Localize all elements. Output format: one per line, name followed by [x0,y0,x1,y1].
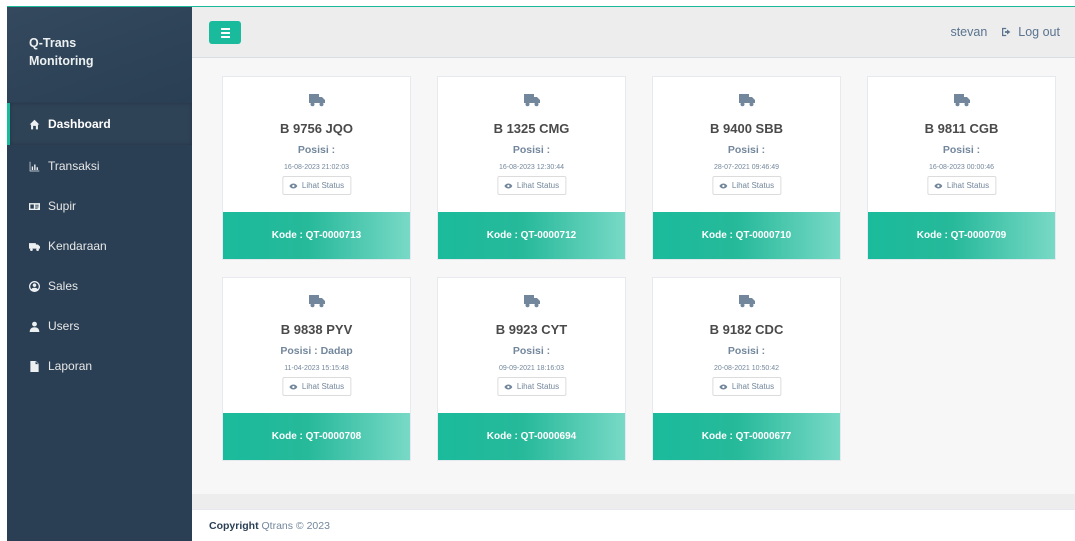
lihat-status-button[interactable]: Lihat Status [496,176,567,195]
app-root: Q-Trans Monitoring Dashboard Transaksi S… [0,0,1075,541]
vehicle-code: Kode : QT-0000708 [223,413,410,460]
sidebar-item-label: Transaksi [48,159,100,173]
sidebar-item-label: Dashboard [48,117,111,131]
position-label: Posisi : [512,345,551,357]
lihat-status-button[interactable]: Lihat Status [496,377,567,396]
vehicle-code: Kode : QT-0000709 [868,212,1055,259]
main-content: B 9756 JQO Posisi : 16-08-2023 21:02:03 … [192,58,1075,494]
file-icon [29,360,43,372]
timestamp: 11-04-2023 15:15:48 [284,365,349,372]
content-bottom-strip [192,494,1075,509]
eye-icon [503,384,512,389]
sidebar-item-label: Kendaraan [48,239,107,253]
truck-icon [438,294,625,308]
copyright-text: Qtrans © 2023 [258,520,330,532]
lihat-status-button[interactable]: Lihat Status [926,176,997,195]
sidebar: Q-Trans Monitoring Dashboard Transaksi S… [7,7,192,541]
hamburger-icon [220,27,230,30]
vehicle-card: B 9400 SBB Posisi : 28-07-2021 09:46:49 … [652,76,841,260]
position-label: Posisi : [727,144,766,156]
truck-icon [29,241,43,252]
position-label: Posisi : [942,144,981,156]
top-navbar: stevan Log out [192,7,1075,58]
truck-icon [223,294,410,308]
sidebar-item-users[interactable]: Users [7,306,192,346]
vehicle-card: B 9182 CDC Posisi : 20-08-2021 10:50:42 … [652,277,841,461]
vehicle-code: Kode : QT-0000710 [653,212,840,259]
vehicle-card: B 1325 CMG Posisi : 16-08-2023 12:30:44 … [437,76,626,260]
position-label: Posisi : Dadap [280,345,353,357]
user-icon [29,321,43,332]
vehicle-card: B 9838 PYV Posisi : Dadap 11-04-2023 15:… [222,277,411,461]
eye-icon [933,183,942,188]
page-footer: Copyright Qtrans © 2023 [192,509,1075,541]
vehicle-code: Kode : QT-0000694 [438,413,625,460]
sidebar-item-label: Laporan [48,359,93,373]
user-circle-icon [29,280,43,292]
bar-chart-icon [29,161,43,172]
brand-line-1: Q-Trans [29,36,77,50]
plate-number: B 9838 PYV [280,322,353,337]
sidebar-item-label: Supir [48,199,77,213]
eye-icon [718,384,727,389]
plate-number: B 9182 CDC [709,322,784,337]
lihat-status-button[interactable]: Lihat Status [281,377,352,396]
position-label: Posisi : [727,345,766,357]
home-icon [29,119,43,130]
vehicle-code: Kode : QT-0000713 [223,212,410,259]
sidebar-item-transaksi[interactable]: Transaksi [7,146,192,186]
sidebar-item-label: Sales [48,279,79,293]
brand-line-2: Monitoring [29,54,94,68]
plate-number: B 9400 SBB [710,121,783,136]
timestamp: 28-07-2021 09:46:49 [714,164,779,171]
timestamp: 16-08-2023 12:30:44 [499,164,564,171]
logout-link[interactable]: Log out [1001,25,1060,39]
truck-icon [653,93,840,107]
position-label: Posisi : [512,144,551,156]
top-accent-bar [0,0,1075,7]
timestamp: 16-08-2023 21:02:03 [284,164,349,171]
sidebar-item-laporan[interactable]: Laporan [7,346,192,386]
username[interactable]: stevan [950,25,987,39]
sidebar-item-label: Users [48,319,80,333]
vehicle-code: Kode : QT-0000712 [438,212,625,259]
lihat-status-button[interactable]: Lihat Status [281,176,352,195]
vehicle-code: Kode : QT-0000677 [653,413,840,460]
truck-icon [868,93,1055,107]
eye-icon [718,183,727,188]
sign-out-icon [1002,27,1011,37]
truck-icon [223,93,410,107]
eye-icon [288,183,297,188]
plate-number: B 1325 CMG [493,121,570,136]
vehicle-card: B 9756 JQO Posisi : 16-08-2023 21:02:03 … [222,76,411,260]
vehicle-card: B 9923 CYT Posisi : 09-09-2021 18:16:03 … [437,277,626,461]
sidebar-item-supir[interactable]: Supir [7,186,192,226]
eye-icon [288,384,297,389]
id-card-icon [29,201,43,212]
truck-icon [653,294,840,308]
truck-icon [438,93,625,107]
plate-number: B 9923 CYT [495,322,568,337]
plate-number: B 9811 CGB [924,121,999,136]
plate-number: B 9756 JQO [280,121,353,136]
eye-icon [503,183,512,188]
logout-label: Log out [1018,25,1060,39]
brand-title[interactable]: Q-Trans Monitoring [7,7,192,102]
menu-toggle-button[interactable] [209,21,241,44]
timestamp: 20-08-2021 10:50:42 [714,365,779,372]
sidebar-item-kendaraan[interactable]: Kendaraan [7,226,192,266]
lihat-status-button[interactable]: Lihat Status [711,377,782,396]
sidebar-menu: Dashboard Transaksi Supir Kendaraan Sale… [7,103,192,386]
sidebar-item-sales[interactable]: Sales [7,266,192,306]
vehicle-card: B 9811 CGB Posisi : 16-08-2023 00:00:46 … [867,76,1056,260]
user-menu: stevan Log out [950,25,1060,39]
copyright-label: Copyright [209,520,259,532]
sidebar-item-dashboard[interactable]: Dashboard [7,103,192,145]
position-label: Posisi : [297,144,336,156]
timestamp: 09-09-2021 18:16:03 [499,365,564,372]
lihat-status-button[interactable]: Lihat Status [711,176,782,195]
timestamp: 16-08-2023 00:00:46 [929,164,994,171]
